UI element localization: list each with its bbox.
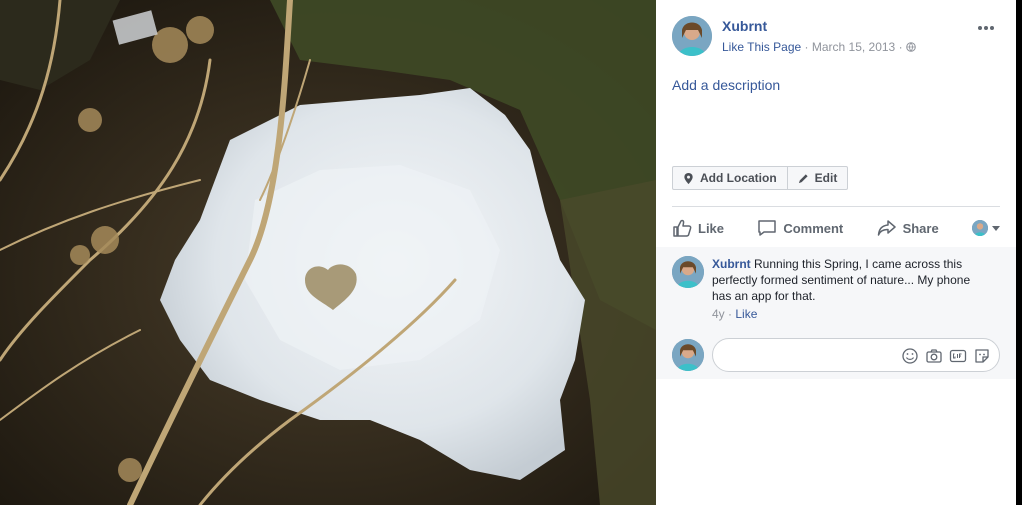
- post-actions: Like Comment Share: [672, 212, 1000, 244]
- camera-icon[interactable]: [925, 347, 943, 365]
- like-page-link[interactable]: Like This Page: [722, 40, 801, 54]
- post-as-selector[interactable]: [972, 220, 1000, 236]
- photo-snow-heart: [0, 0, 656, 505]
- edit-label: Edit: [814, 171, 838, 185]
- share-arrow-icon: [877, 220, 896, 236]
- share-button[interactable]: Share: [877, 219, 939, 237]
- emoji-icon[interactable]: [901, 347, 919, 365]
- photo-viewer[interactable]: [0, 0, 656, 505]
- composer-avatar: [672, 339, 704, 371]
- post-date[interactable]: March 15, 2013: [812, 40, 895, 54]
- page-name-link[interactable]: Xubrnt: [722, 18, 767, 34]
- more-options-icon[interactable]: [976, 20, 996, 36]
- viewer-edge: [1016, 0, 1022, 505]
- comment-meta: 4y · Like: [712, 307, 758, 321]
- meta-separator-2: ·: [895, 40, 906, 54]
- divider: [672, 206, 1000, 207]
- speech-bubble-icon: [758, 220, 777, 236]
- pencil-icon: [798, 173, 808, 183]
- edit-button[interactable]: Edit: [786, 167, 848, 189]
- add-location-button[interactable]: Add Location: [673, 167, 787, 189]
- share-label: Share: [902, 220, 939, 236]
- add-location-label: Add Location: [700, 171, 777, 185]
- comment-text: Running this Spring, I came across this …: [712, 257, 971, 303]
- comment-author-link[interactable]: Xubrnt: [712, 257, 751, 271]
- gif-icon[interactable]: [949, 347, 967, 365]
- comment-age[interactable]: 4y: [712, 307, 725, 321]
- comment-input[interactable]: [712, 338, 1000, 372]
- sticker-icon[interactable]: [973, 347, 991, 365]
- post-edit-buttons: Add Location Edit: [672, 166, 849, 190]
- add-description-link[interactable]: Add a description: [672, 77, 780, 93]
- chevron-down-icon: [992, 225, 1000, 231]
- comments-section: Xubrnt Running this Spring, I came acros…: [656, 247, 1016, 379]
- comment-button[interactable]: Comment: [757, 219, 843, 237]
- meta-separator: ·: [801, 40, 812, 54]
- post-header: Xubrnt Like This Page · March 15, 2013 ·: [672, 16, 1004, 60]
- like-label: Like: [698, 220, 725, 236]
- thumbs-up-icon: [673, 219, 692, 237]
- page-avatar[interactable]: [672, 16, 712, 56]
- commenter-avatar[interactable]: [672, 256, 704, 288]
- comment-like-link[interactable]: Like: [735, 307, 757, 321]
- avatar: [972, 220, 988, 236]
- comment-body: Xubrnt Running this Spring, I came acros…: [712, 256, 992, 304]
- globe-icon[interactable]: [906, 42, 916, 52]
- reply-composer: [672, 338, 1000, 372]
- composer-tools: [901, 347, 991, 365]
- post-side-panel: Xubrnt Like This Page · March 15, 2013 ·…: [656, 0, 1016, 505]
- post-meta: Like This Page · March 15, 2013 ·: [722, 40, 916, 54]
- comment-label: Comment: [783, 220, 844, 236]
- like-button[interactable]: Like: [672, 219, 724, 237]
- location-pin-icon: [684, 172, 693, 184]
